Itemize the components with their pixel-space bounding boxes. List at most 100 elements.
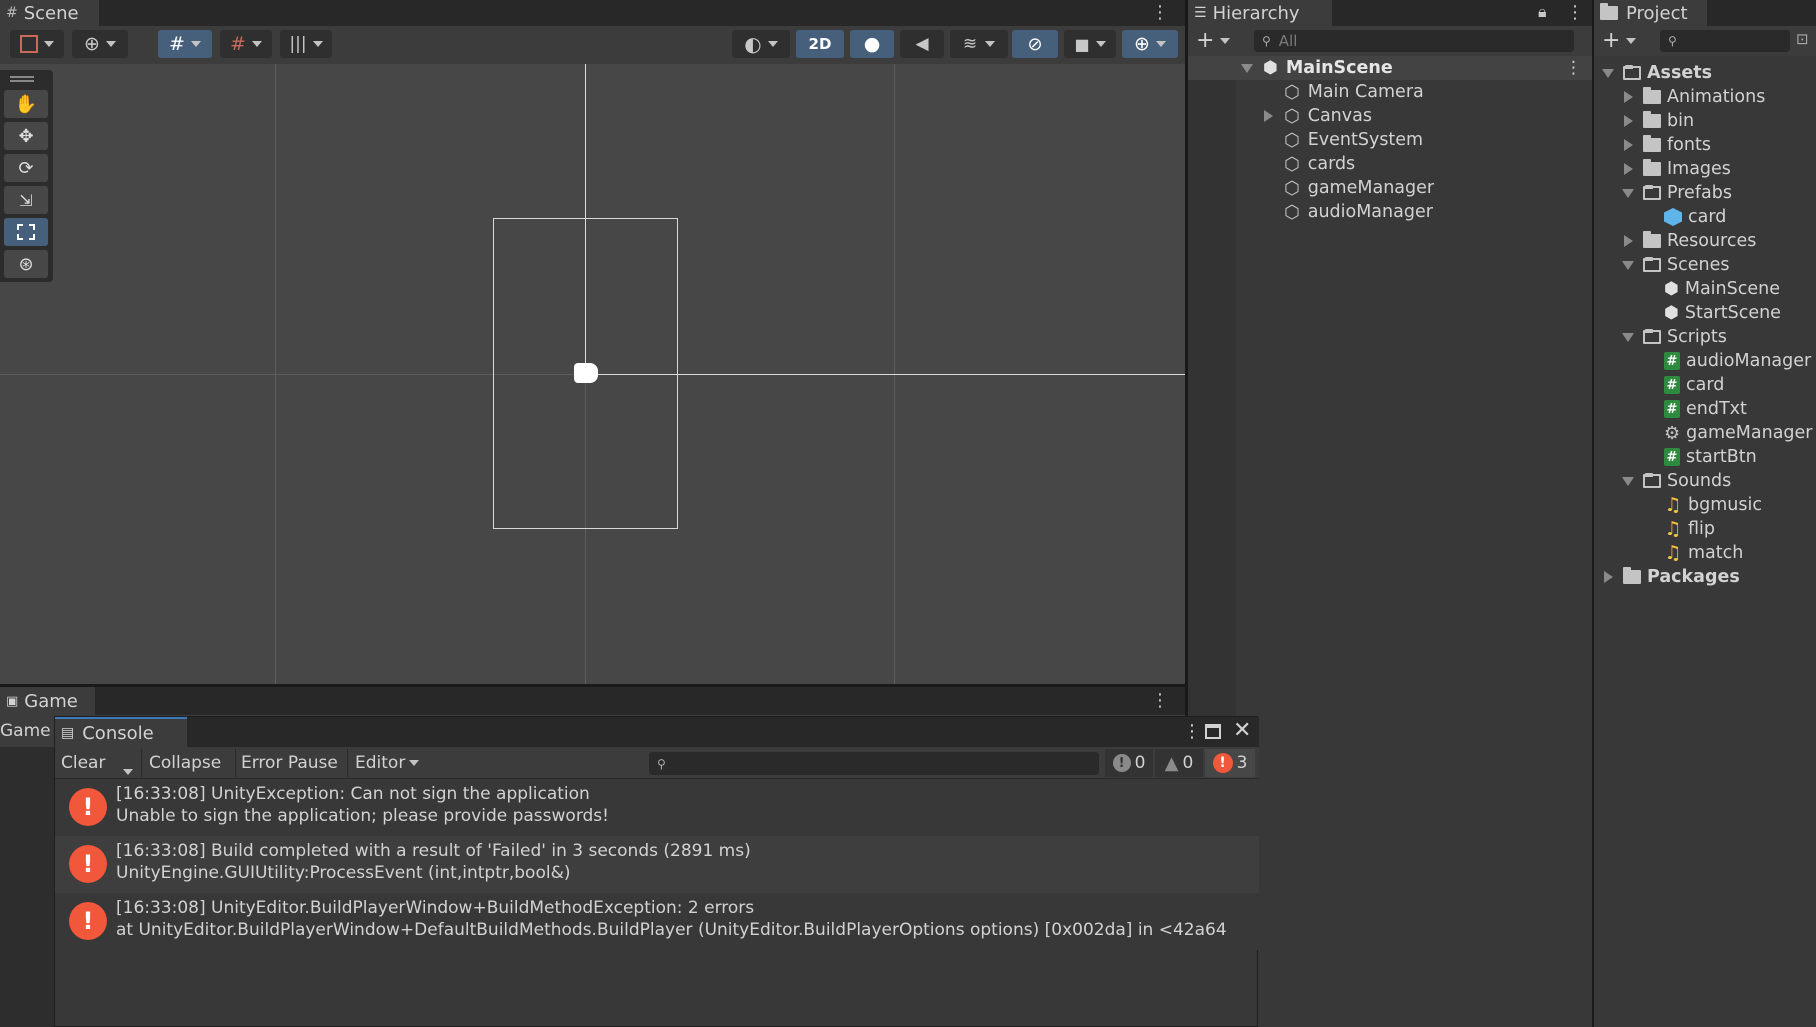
effects-button[interactable]: ≋ (950, 30, 1008, 58)
project-item[interactable]: ⚙ gameManager (1594, 421, 1816, 445)
console-log-entry[interactable]: ! [16:33:08] UnityException: Can not sign… (55, 779, 1259, 836)
project-item[interactable]: ♫ match (1594, 541, 1816, 565)
project-item[interactable]: Packages (1594, 565, 1816, 589)
move-tool-button[interactable]: ✥ (4, 122, 48, 150)
scale-tool-button[interactable]: ⇲ (4, 186, 48, 214)
project-item[interactable]: ⬢ StartScene (1594, 301, 1816, 325)
gizmos-button[interactable]: ⊕ (1122, 30, 1178, 58)
console-log-entry[interactable]: ! [16:33:08] Build completed with a resul… (55, 836, 1259, 893)
audio-clip-icon: ♫ (1664, 518, 1682, 540)
hierarchy-item[interactable]: ⬡ Canvas (1188, 104, 1592, 128)
project-item[interactable]: Resources (1594, 229, 1816, 253)
expand-arrow-icon[interactable] (1624, 91, 1633, 103)
project-item-label: Scenes (1667, 255, 1730, 275)
project-item[interactable]: # card (1594, 373, 1816, 397)
hierarchy-item[interactable]: ⬡ EventSystem (1188, 128, 1592, 152)
audio-toggle-button[interactable]: ◀ (900, 30, 944, 58)
project-item[interactable]: # audioManager (1594, 349, 1816, 373)
grid-visibility-button[interactable]: ||| (280, 30, 332, 58)
project-create-button[interactable]: + (1602, 28, 1637, 53)
expand-arrow-icon[interactable] (1624, 115, 1633, 127)
project-item[interactable]: Images (1594, 157, 1816, 181)
project-item[interactable]: bin (1594, 109, 1816, 133)
create-button[interactable]: + (1196, 28, 1231, 53)
project-item[interactable]: # startBtn (1594, 445, 1816, 469)
error-count: 3 (1236, 753, 1248, 773)
hidden-objects-button[interactable]: ⊘ (1012, 30, 1058, 58)
draw-mode-button[interactable] (10, 30, 64, 58)
expand-arrow-icon[interactable] (1622, 260, 1634, 270)
error-count-toggle[interactable]: ! 3 (1205, 749, 1255, 777)
error-pause-button[interactable]: Error Pause (241, 753, 338, 773)
unity-scene-icon: ⬢ (1263, 58, 1278, 78)
hand-tool-button[interactable]: ✋ (4, 90, 48, 118)
camera-gizmo-icon[interactable] (574, 363, 598, 383)
tab-project[interactable]: Project (1594, 0, 1707, 26)
project-item[interactable]: ♫ flip (1594, 517, 1816, 541)
project-item[interactable]: Scripts (1594, 325, 1816, 349)
project-item[interactable]: fonts (1594, 133, 1816, 157)
info-count-toggle[interactable]: ! 0 (1105, 749, 1153, 777)
maximize-icon[interactable] (1205, 724, 1221, 739)
global-button[interactable]: ⊕ (72, 30, 128, 58)
editor-dropdown[interactable]: Editor (355, 753, 420, 773)
hierarchy-item[interactable]: ⬡ cards (1188, 152, 1592, 176)
project-item[interactable]: Scenes (1594, 253, 1816, 277)
kebab-menu-icon[interactable]: ⋮ (1151, 2, 1169, 23)
expand-arrow-icon[interactable] (1604, 571, 1613, 583)
game-menu-icon[interactable]: ⋮ (1151, 690, 1169, 711)
log-stacktrace: Unable to sign the application; please p… (116, 806, 609, 826)
project-item[interactable]: # endTxt (1594, 397, 1816, 421)
clear-options-dropdown[interactable] (123, 760, 133, 780)
camera-settings-button[interactable]: ■ (1064, 30, 1116, 58)
tab-console[interactable]: ▤ Console (55, 717, 187, 747)
grid-snap-button[interactable]: # (158, 30, 212, 58)
tab-game[interactable]: ▣ Game (0, 687, 95, 715)
project-item-label: card (1688, 207, 1727, 227)
expand-arrow-icon[interactable] (1622, 476, 1634, 486)
project-item[interactable]: ♫ bgmusic (1594, 493, 1816, 517)
hierarchy-item[interactable]: ⬡ gameManager (1188, 176, 1592, 200)
lighting-toggle-button[interactable]: ● (850, 30, 894, 58)
project-item[interactable]: ⬢ MainScene (1594, 277, 1816, 301)
game-display-dropdown[interactable]: Game (0, 721, 51, 741)
project-item[interactable]: Sounds (1594, 469, 1816, 493)
console-search[interactable]: ⚲ (649, 752, 1099, 775)
transform-tool-button[interactable]: ⊛ (4, 250, 48, 278)
hierarchy-item[interactable]: ⬡ Main Camera (1188, 80, 1592, 104)
project-item[interactable]: Assets (1594, 61, 1816, 85)
scene-row-menu-icon[interactable]: ⋮ (1565, 58, 1582, 78)
expand-arrow-icon[interactable] (1602, 68, 1614, 78)
expand-arrow-icon[interactable] (1264, 110, 1273, 122)
expand-arrow-icon[interactable] (1622, 332, 1634, 342)
tab-hierarchy[interactable]: ☰ Hierarchy (1188, 0, 1332, 26)
rotate-tool-button[interactable]: ⟳ (4, 154, 48, 182)
increment-snap-button[interactable]: # (220, 30, 272, 58)
rect-tool-button[interactable] (4, 218, 48, 246)
clear-button[interactable]: Clear (61, 753, 105, 773)
search-by-type-icon[interactable]: ⊡ (1796, 30, 1809, 48)
2d-toggle-button[interactable]: 2D (796, 30, 844, 58)
expand-arrow-icon[interactable] (1624, 235, 1633, 247)
scene-viewport[interactable]: ✋ ✥ ⟳ ⇲ ⊛ (0, 64, 1185, 684)
project-search[interactable]: ⚲ (1660, 30, 1790, 52)
hierarchy-scene-row[interactable]: ⬢ MainScene ⋮ (1188, 56, 1592, 80)
render-mode-button[interactable]: ◐ (732, 30, 790, 58)
hierarchy-menu-icon[interactable]: ⋮ (1566, 2, 1584, 23)
hierarchy-item[interactable]: ⬡ audioManager (1188, 200, 1592, 224)
collapse-button[interactable]: Collapse (149, 753, 221, 773)
expand-arrow-icon[interactable] (1624, 163, 1633, 175)
project-item[interactable]: card (1594, 205, 1816, 229)
tab-scene[interactable]: # Scene (0, 0, 99, 26)
project-item[interactable]: Animations (1594, 85, 1816, 109)
console-log-entry[interactable]: ! [16:33:08] UnityEditor.BuildPlayerWindo… (55, 893, 1259, 950)
palette-grip-icon (10, 76, 34, 82)
warning-count-toggle[interactable]: ▲ 0 (1155, 749, 1203, 777)
lock-icon[interactable]: 🔒︎ (1538, 2, 1547, 22)
console-menu-icon[interactable]: ⋮ (1183, 721, 1201, 742)
expand-arrow-icon[interactable] (1622, 188, 1634, 198)
expand-arrow-icon[interactable] (1624, 139, 1633, 151)
hierarchy-search[interactable]: ⚲ All (1254, 30, 1574, 52)
project-item[interactable]: Prefabs (1594, 181, 1816, 205)
close-icon[interactable]: ✕ (1233, 718, 1251, 743)
